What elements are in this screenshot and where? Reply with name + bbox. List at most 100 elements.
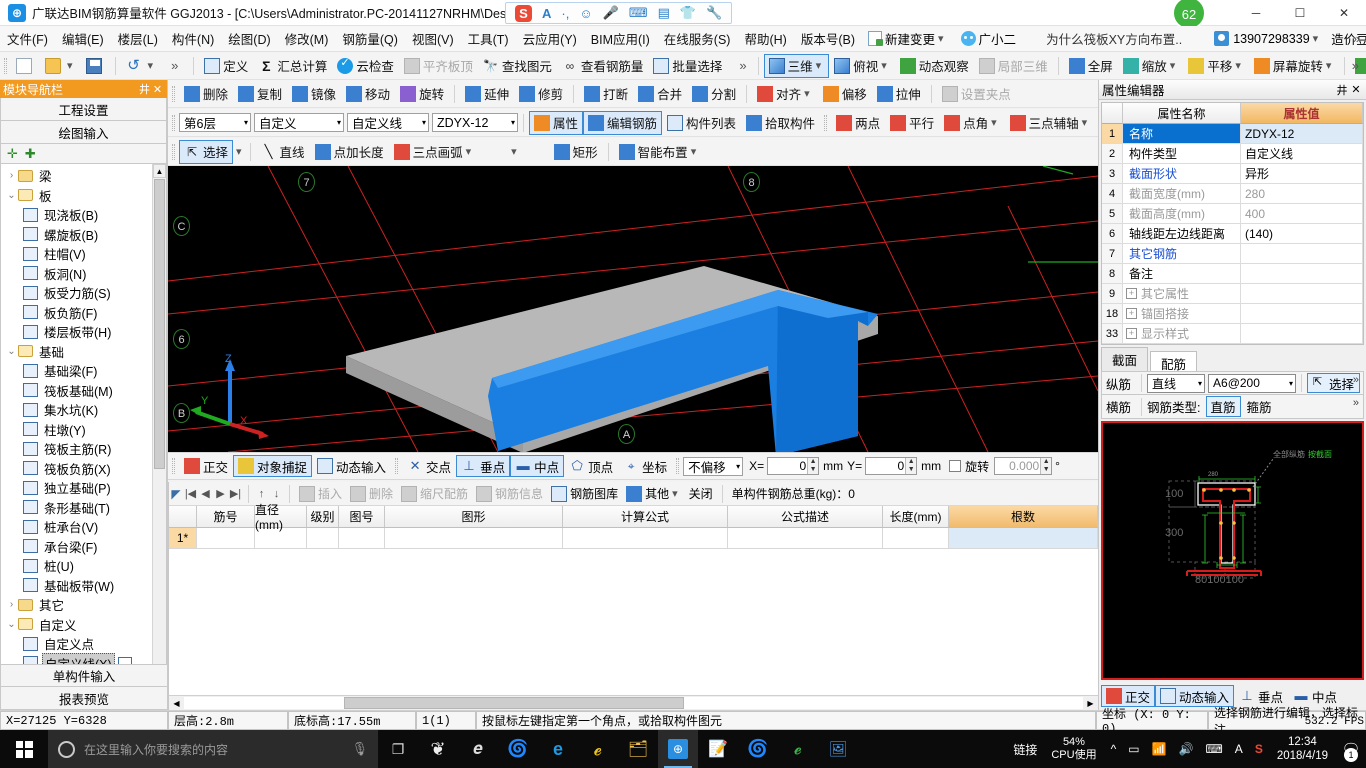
- menu-item-bim[interactable]: BIM应用(I): [584, 26, 657, 51]
- save-button[interactable]: [81, 54, 110, 78]
- toolbar-grip[interactable]: [172, 458, 175, 474]
- cell-length[interactable]: [883, 528, 949, 549]
- tab-reinforcement[interactable]: 配筋: [1150, 351, 1198, 372]
- rebar-table-body[interactable]: [169, 549, 1098, 695]
- property-value[interactable]: 自定义线: [1241, 144, 1363, 164]
- expand-all-icon[interactable]: ✛: [7, 146, 18, 162]
- taskbar-app-sogou[interactable]: 𝓮: [778, 730, 818, 768]
- scale-rebar-button[interactable]: 缩尺配筋: [397, 483, 472, 504]
- tree-item[interactable]: 条形基础(T): [1, 498, 152, 518]
- cpu-meter[interactable]: 54% CPU使用: [1051, 736, 1096, 762]
- taskbar-app-ggj[interactable]: ⊕: [658, 730, 698, 768]
- property-value[interactable]: [1241, 244, 1363, 264]
- coordinate-snap[interactable]: ⌖ 坐标: [618, 455, 672, 477]
- pan-button[interactable]: 平移 ▾: [1183, 54, 1249, 78]
- tray-expand-icon[interactable]: ^: [1111, 742, 1117, 756]
- chevron-down-icon[interactable]: ⌄: [5, 619, 18, 630]
- view-3d-button[interactable]: 三维 ▾: [763, 53, 830, 78]
- three-point-arc-button[interactable]: 三点画弧 ▾: [389, 140, 480, 164]
- ime-font-icon[interactable]: A: [542, 6, 551, 21]
- toolbar-grip[interactable]: [172, 85, 175, 102]
- maximize-button[interactable]: ☐: [1278, 0, 1322, 26]
- property-name[interactable]: 截面高度(mm): [1123, 204, 1241, 224]
- chevron-down-icon[interactable]: ▾: [1289, 379, 1293, 388]
- chevron-down-icon[interactable]: ▾: [148, 59, 154, 72]
- ime-mic-icon[interactable]: 🎤: [603, 5, 619, 21]
- batch-select-button[interactable]: 批量选择: [648, 54, 727, 78]
- tree-item[interactable]: 板受力筋(S): [1, 283, 152, 303]
- ime-tools-icon[interactable]: 🔧: [706, 5, 722, 21]
- ime-toolbar[interactable]: S A ·, ☺ 🎤 ⌨ ▤ 👕 🔧: [505, 2, 733, 24]
- extend-button[interactable]: 延伸: [460, 82, 514, 106]
- properties-button[interactable]: 属性: [529, 110, 584, 135]
- chevron-down-icon[interactable]: ⌄: [5, 346, 18, 357]
- panel-corner-icon[interactable]: ◤: [169, 487, 183, 501]
- tree-item[interactable]: 集水坑(K): [1, 400, 152, 420]
- tree-item[interactable]: 板负筋(F): [1, 303, 152, 323]
- close-button[interactable]: ✕: [1322, 0, 1366, 26]
- select-tool-button[interactable]: ⇱ 选择: [179, 139, 234, 164]
- links-label[interactable]: 链接: [1013, 741, 1037, 758]
- property-name[interactable]: + 其它属性: [1123, 284, 1241, 304]
- cell-figure-no[interactable]: [339, 528, 385, 549]
- chevron-down-icon[interactable]: ▾: [691, 145, 697, 158]
- wifi-icon[interactable]: 📶: [1152, 742, 1167, 756]
- chevron-down-icon[interactable]: ▾: [816, 59, 822, 72]
- ortho-toggle[interactable]: 正交: [179, 455, 233, 477]
- property-value[interactable]: [1241, 324, 1363, 344]
- property-row[interactable]: 2 构件类型 自定义线: [1102, 144, 1363, 164]
- battery-icon[interactable]: ▭: [1128, 742, 1139, 756]
- menu-item-edit[interactable]: 编辑(E): [55, 26, 111, 51]
- chevron-down-icon[interactable]: ▾: [244, 118, 248, 127]
- mirror-button[interactable]: 镜像: [287, 82, 341, 106]
- rotate-spinner[interactable]: ▲ ▼: [1040, 458, 1052, 474]
- chevron-down-icon[interactable]: ▾: [1235, 59, 1241, 72]
- nav-button-single-component-input[interactable]: 单构件输入: [0, 664, 168, 687]
- promo-link[interactable]: 为什么筏板XY方向布置..: [1046, 29, 1182, 48]
- microphone-icon[interactable]: 🎙: [351, 741, 368, 757]
- scroll-right-icon[interactable]: ▶: [1083, 699, 1098, 708]
- property-name[interactable]: 轴线距左边线距离: [1123, 224, 1241, 244]
- toolbar-grip[interactable]: [395, 458, 399, 474]
- property-grid[interactable]: 属性名称 属性值 1 名称 ZDYX-12 2 构件类型 自定义线 3 截面形状 异形 4 截面宽度…: [1101, 102, 1364, 345]
- x-offset-input[interactable]: 0 ▲ ▼: [767, 457, 820, 475]
- menu-item-component[interactable]: 构件(N): [165, 26, 221, 51]
- rebar-spec-selector[interactable]: A6@200 ▾: [1208, 373, 1297, 393]
- y-offset-input[interactable]: 0 ▲ ▼: [865, 457, 918, 475]
- ime-emoji-icon[interactable]: ☺: [579, 6, 592, 21]
- cloud-check-button[interactable]: 云检查: [332, 54, 399, 78]
- taskbar-app-spiral[interactable]: 🌀: [498, 730, 538, 768]
- undo-button[interactable]: ↺ ▾: [121, 54, 162, 78]
- tree-vertical-scrollbar[interactable]: ▲ ▼: [152, 164, 166, 693]
- start-button[interactable]: [0, 730, 48, 768]
- ime-skin-icon[interactable]: 👕: [680, 5, 696, 21]
- orbit-button[interactable]: 动态观察: [895, 54, 974, 78]
- object-snap-toggle[interactable]: 对象捕捉: [233, 455, 313, 477]
- property-name[interactable]: 截面形状: [1123, 164, 1241, 184]
- cell-grade[interactable]: [307, 528, 339, 549]
- property-name[interactable]: 备注: [1123, 264, 1241, 284]
- property-row[interactable]: 3 截面形状 异形: [1102, 164, 1363, 184]
- tree-item[interactable]: 承台梁(F): [1, 537, 152, 557]
- menu-item-tools[interactable]: 工具(T): [461, 26, 516, 51]
- property-close-icon[interactable]: ✕: [1349, 83, 1363, 96]
- tree-folder[interactable]: ⌄ 自定义: [1, 615, 152, 635]
- perpendicular-snap[interactable]: ⊥ 垂点: [456, 455, 511, 477]
- chevron-down-icon[interactable]: ▾: [422, 118, 426, 127]
- point-angle-axis-button[interactable]: 点角 ▾: [939, 111, 1005, 135]
- define-button[interactable]: 定义: [199, 54, 253, 78]
- nav-button-draw-input[interactable]: 绘图输入: [0, 121, 167, 144]
- parallel-axis-button[interactable]: 平行: [885, 111, 939, 135]
- tree-item[interactable]: 板洞(N): [1, 264, 152, 284]
- smart-layout-button[interactable]: 智能布置 ▾: [614, 140, 705, 164]
- menu-item-view[interactable]: 视图(V): [405, 26, 461, 51]
- rebar-type-stirrup-option[interactable]: 箍筋: [1247, 397, 1272, 416]
- component-list-button[interactable]: 构件列表: [662, 111, 741, 135]
- tree-item[interactable]: 自定义点: [1, 634, 152, 654]
- taskbar-app-file-explorer[interactable]: 🗂: [618, 730, 658, 768]
- notification-center-button[interactable]: 🗨 1: [1336, 730, 1366, 768]
- tree-item[interactable]: 独立基础(P): [1, 478, 152, 498]
- chevron-down-icon[interactable]: ▾: [511, 118, 515, 127]
- rectangle-tool-button[interactable]: 矩形: [549, 140, 603, 164]
- property-row[interactable]: 5 截面高度(mm) 400: [1102, 204, 1363, 224]
